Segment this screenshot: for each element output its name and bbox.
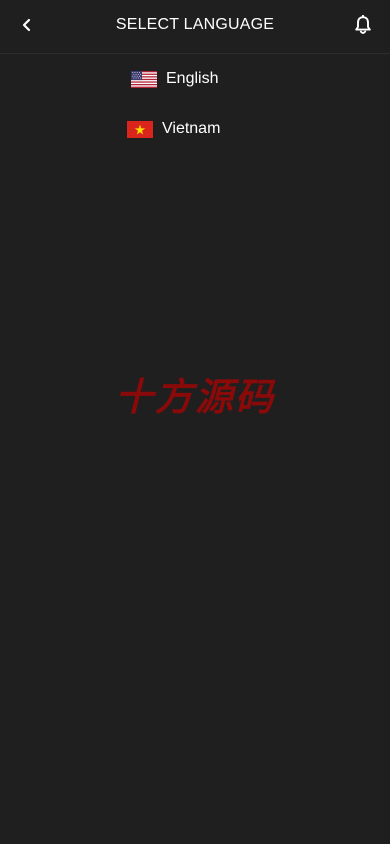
language-label-english: English: [166, 70, 219, 87]
notifications-button[interactable]: [352, 13, 374, 37]
watermark-text: 十方源码: [114, 375, 275, 419]
app-screen: SELECT LANGUAGE English Vietnam 十方源码: [0, 0, 390, 844]
us-flag-icon: [131, 70, 157, 88]
language-label-vietnam: Vietnam: [162, 120, 221, 137]
header-bar: SELECT LANGUAGE: [0, 0, 390, 54]
language-option-vietnam[interactable]: Vietnam: [127, 111, 220, 147]
language-option-english[interactable]: English: [131, 61, 218, 97]
vietnam-flag-icon: [127, 120, 153, 138]
bell-icon: [355, 15, 371, 34]
page-title: SELECT LANGUAGE: [115, 16, 275, 33]
